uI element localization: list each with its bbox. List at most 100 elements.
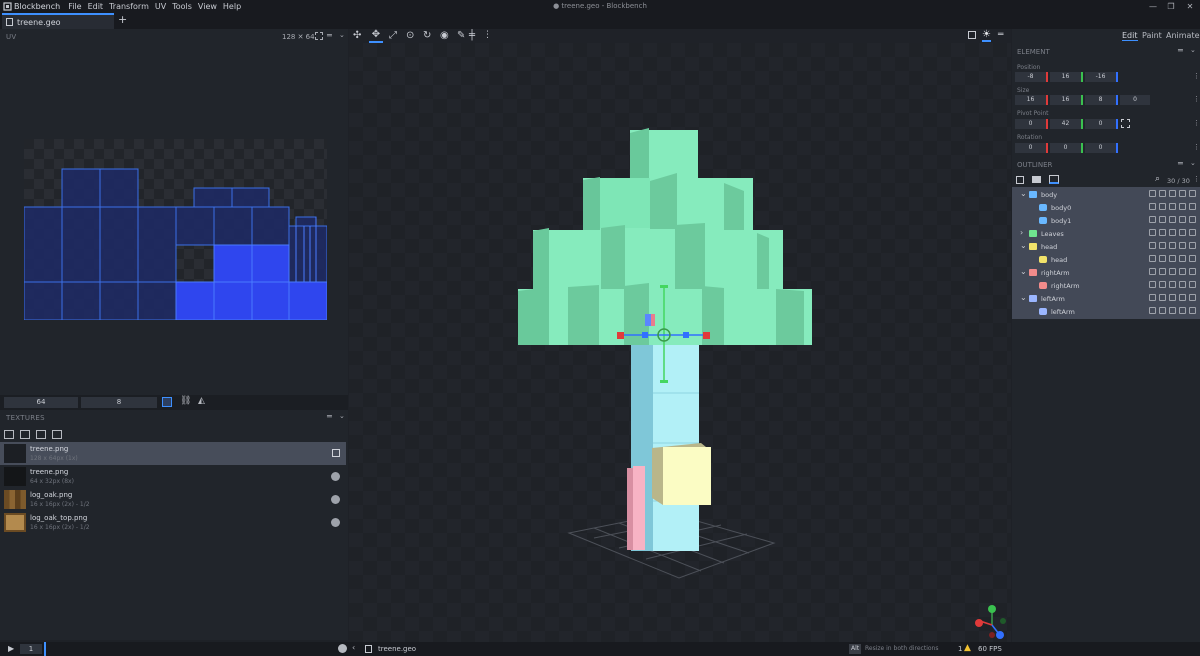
inflate-field[interactable]: 0 [1120,95,1150,105]
uv-copy-icon[interactable] [162,397,172,407]
element-menu-icon[interactable]: ═ [1178,46,1183,55]
visibility-icon[interactable] [1189,216,1196,223]
autouv-icon[interactable] [1179,229,1186,236]
size-z-field[interactable]: 8 [1085,95,1118,105]
autouv-icon[interactable] [1179,268,1186,275]
menu-view[interactable]: View [198,2,217,11]
add-group-icon[interactable] [1032,176,1041,183]
lock-icon[interactable] [1159,281,1166,288]
play-icon[interactable]: ▶ [8,644,14,653]
visibility-icon[interactable] [1189,307,1196,314]
outliner-row-cube[interactable]: rightArm [1012,279,1200,292]
edit-icon[interactable] [1149,242,1156,249]
expand-chevron-icon[interactable]: ⌄ [1020,189,1027,198]
outliner-row-group[interactable]: ⌄ head [1012,240,1200,253]
size-more-icon[interactable]: ⋮ [1193,95,1200,103]
visibility-icon[interactable] [1189,190,1196,197]
visibility-icon[interactable] [1189,229,1196,236]
folder-icon[interactable] [36,430,46,439]
edit-icon[interactable] [1149,294,1156,301]
visibility-icon[interactable] [1189,242,1196,249]
export-icon[interactable] [1169,268,1176,275]
position-x-field[interactable]: -8 [1015,72,1048,82]
lock-icon[interactable] [1159,216,1166,223]
autouv-icon[interactable] [1179,242,1186,249]
uv-value-field-2[interactable]: 8 [81,397,157,408]
check-icon[interactable] [331,495,340,504]
export-icon[interactable] [1169,216,1176,223]
visibility-icon[interactable] [1189,268,1196,275]
edit-icon[interactable] [1149,268,1156,275]
rotate-icon[interactable]: ⊙ [406,30,414,41]
lock-icon[interactable] [1159,203,1166,210]
pivot-icon[interactable]: ↻ [423,30,431,41]
warning-count[interactable]: 1 [958,645,962,653]
brush-icon[interactable]: ✎ [457,30,465,41]
maximize-button[interactable]: ❐ [1162,0,1180,13]
outliner-row-group[interactable]: ⌄ leftArm [1012,292,1200,305]
texture-item-1[interactable]: treene.png 128 x 64px (1x) [0,442,346,465]
edit-icon[interactable] [1149,281,1156,288]
expand-chevron-icon[interactable]: ⌄ [1020,241,1027,250]
position-more-icon[interactable]: ⋮ [1193,72,1200,80]
edit-icon[interactable] [1149,229,1156,236]
menu-tools[interactable]: Tools [172,2,192,11]
export-icon[interactable] [1169,203,1176,210]
outliner-more-icon[interactable]: ⋮ [1193,175,1200,183]
center-pivot-icon[interactable] [1121,119,1130,128]
autouv-icon[interactable] [1179,281,1186,288]
element-chevron-icon[interactable]: ⌄ [1190,46,1196,54]
move-icon[interactable]: ✥ [369,29,383,43]
menu-help[interactable]: Help [223,2,241,11]
view-menu-icon[interactable]: ═ [998,30,1003,40]
mirror-icon[interactable]: ◭ [198,396,205,406]
rotation-x-field[interactable]: 0 [1015,143,1048,153]
create-texture-icon[interactable] [20,430,30,439]
outliner-row-cube[interactable]: body1 [1012,214,1200,227]
menu-uv[interactable]: UV [155,2,166,11]
lock-icon[interactable] [1159,307,1166,314]
edit-icon[interactable] [1149,307,1156,314]
add-cube-icon[interactable] [1016,176,1024,184]
autouv-icon[interactable] [1179,216,1186,223]
export-icon[interactable] [1169,307,1176,314]
outliner-row-cube[interactable]: body0 [1012,201,1200,214]
move-tool-icon[interactable]: ✣ [353,30,361,41]
position-z-field[interactable]: -16 [1085,72,1118,82]
add-view-icon[interactable] [968,31,976,39]
outliner-chevron-icon[interactable]: ⌄ [1190,159,1196,167]
rotation-y-field[interactable]: 0 [1050,143,1083,153]
lighting-icon[interactable]: ☀ [982,29,991,42]
visibility-icon[interactable] [1189,294,1196,301]
lock-icon[interactable] [1159,190,1166,197]
lock-icon[interactable] [1159,255,1166,262]
timeline-cursor[interactable] [44,642,46,656]
visibility-icon[interactable] [1189,255,1196,262]
3d-viewport[interactable]: ✣ ✥ ⤢ ⊙ ↻ ◉ ✎ ╪ ⋮ ☀ ═ [349,29,1011,642]
autouv-icon[interactable] [1179,255,1186,262]
menu-transform[interactable]: Transform [109,2,149,11]
pivot-more-icon[interactable]: ⋮ [1193,119,1200,127]
pivot-x-field[interactable]: 0 [1015,119,1048,129]
visibility-icon[interactable] [1189,281,1196,288]
outliner-row-cube[interactable]: leftArm [1012,305,1200,318]
export-icon[interactable] [1169,229,1176,236]
vertex-snap-icon[interactable]: ◉ [440,30,449,41]
minimize-button[interactable]: — [1144,0,1162,13]
expand-chevron-icon[interactable]: › [1020,228,1023,237]
textures-menu-icon[interactable]: ═ [327,412,332,421]
uv-editor-canvas[interactable] [24,139,327,320]
import-texture-icon[interactable] [4,430,14,439]
link-icon[interactable]: ⛓ [180,396,191,406]
add-tab-button[interactable]: + [118,13,130,29]
edit-icon[interactable] [1149,255,1156,262]
tab-treene-geo[interactable]: treene.geo [2,13,114,29]
settings-icon[interactable] [338,644,347,653]
texture-item-3[interactable]: log_oak.png 16 x 16px (2x) - 1/2 [0,488,346,511]
export-icon[interactable] [1169,190,1176,197]
autouv-icon[interactable] [1179,294,1186,301]
size-y-field[interactable]: 16 [1050,95,1083,105]
pivot-z-field[interactable]: 0 [1085,119,1118,129]
autouv-icon[interactable] [1179,190,1186,197]
menu-edit[interactable]: Edit [88,2,104,11]
